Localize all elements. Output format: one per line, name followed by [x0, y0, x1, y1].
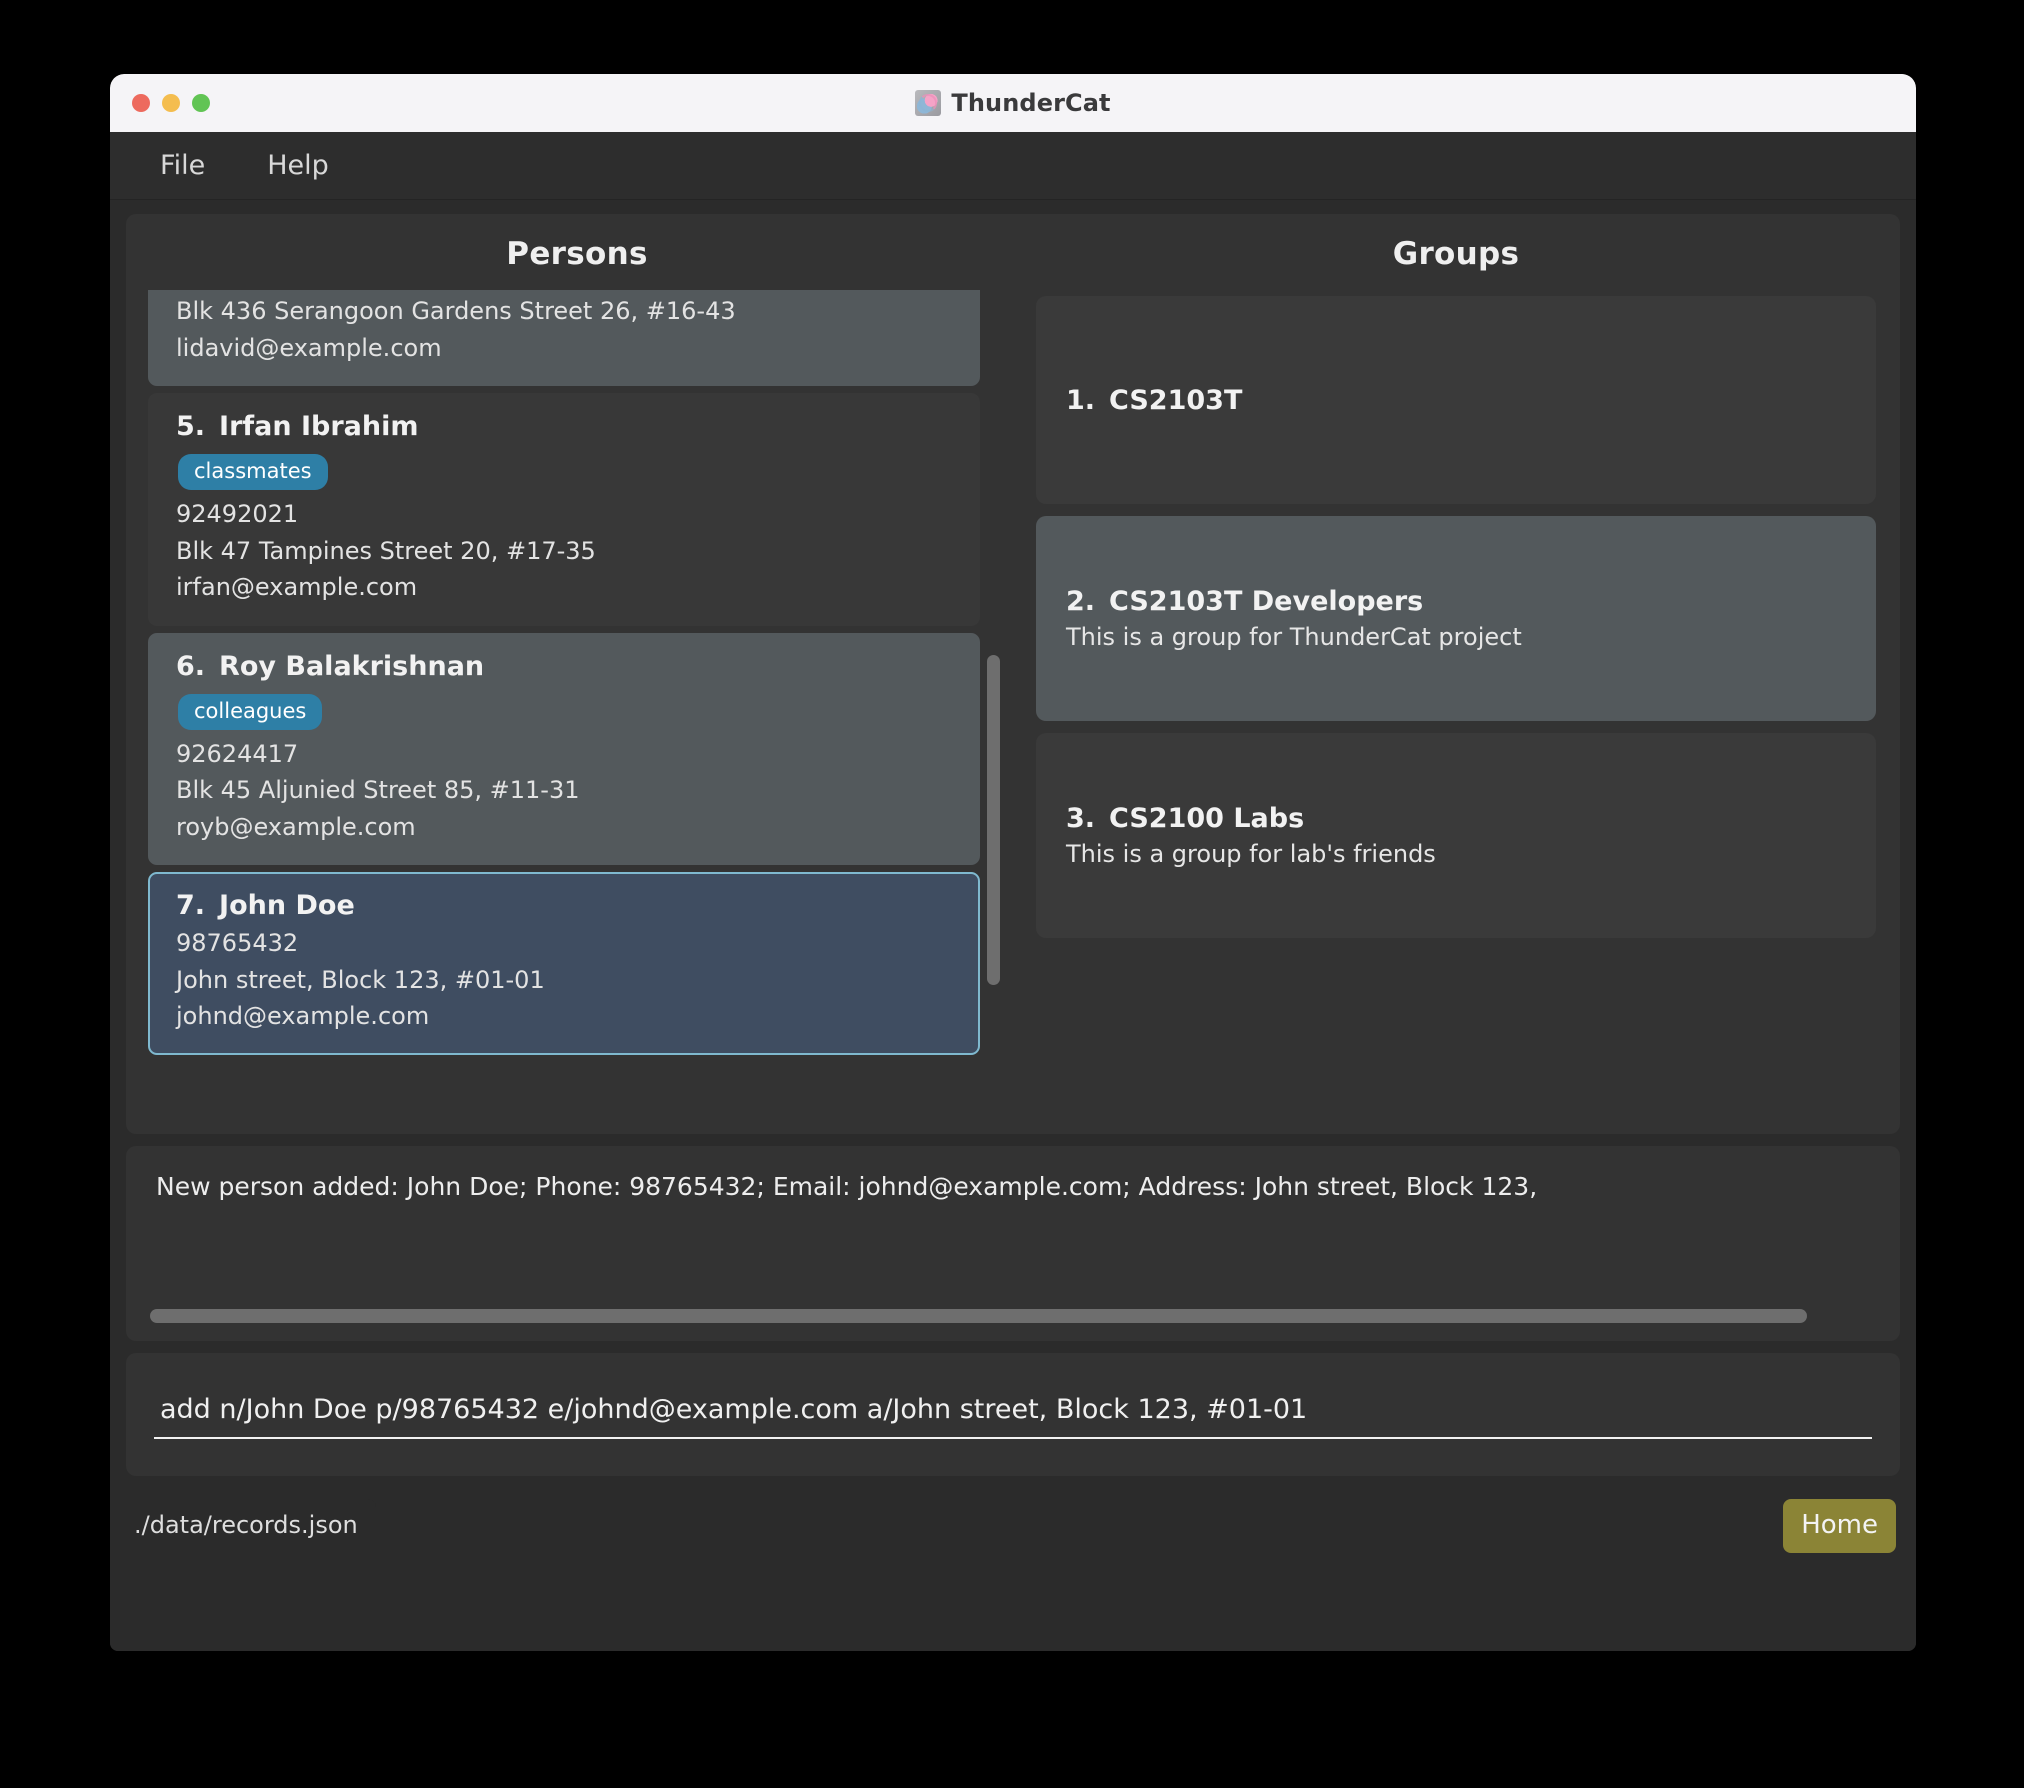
persons-scrollbar-thumb[interactable] — [986, 655, 1000, 985]
groups-list[interactable]: 1. CS2103T 2. CS2103T Developers This is… — [1036, 296, 1876, 938]
person-address: Blk 436 Serangoon Gardens Street 26, #16… — [176, 297, 736, 326]
group-index: 1. — [1066, 384, 1096, 416]
result-horizontal-scrollbar[interactable] — [150, 1309, 1876, 1323]
group-index: 2. — [1066, 586, 1096, 617]
person-card-selected[interactable]: 7. John Doe 98765432 John street, Block … — [148, 872, 980, 1055]
persons-list[interactable]: 4. 91031282 Blk 436 Serangoon Gardens St… — [148, 290, 980, 1118]
group-name: CS2100 Labs — [1109, 803, 1305, 834]
person-phone: 92492021 — [176, 500, 299, 529]
person-tag: colleagues — [178, 693, 323, 730]
groups-panel: Groups 1. CS2103T 2. CS2103T Developers — [1006, 228, 1900, 1118]
window-controls — [132, 94, 210, 112]
groups-panel-title: Groups — [1392, 236, 1520, 272]
person-email: lidavid@example.com — [176, 333, 442, 362]
minimize-button[interactable] — [162, 94, 180, 112]
person-address: Blk 47 Tampines Street 20, #17-35 — [176, 536, 596, 565]
result-message: New person added: John Doe; Phone: 98765… — [156, 1172, 1538, 1201]
person-email: johnd@example.com — [176, 1002, 430, 1031]
person-name-row: 5. Irfan Ibrahim — [176, 411, 952, 442]
person-card[interactable]: 4. 91031282 Blk 436 Serangoon Gardens St… — [148, 290, 980, 387]
group-name-row: 3. CS2100 Labs — [1066, 803, 1846, 834]
group-description: This is a group for lab's friends — [1066, 840, 1436, 868]
group-name-row: 1. CS2103T — [1066, 385, 1846, 416]
person-card[interactable]: 6. Roy Balakrishnan colleagues 92624417 … — [148, 632, 980, 866]
command-box — [126, 1353, 1900, 1476]
person-phone: 92624417 — [176, 739, 299, 768]
person-tag: classmates — [178, 454, 328, 491]
group-description: This is a group for ThunderCat project — [1066, 623, 1522, 651]
person-index: 7. — [176, 890, 206, 922]
person-index: 6. — [176, 650, 206, 682]
person-name-row: 6. Roy Balakrishnan — [176, 651, 952, 682]
menu-item-file[interactable]: File — [138, 144, 227, 187]
home-badge[interactable]: Home — [1783, 1499, 1896, 1553]
result-scrollbar-thumb[interactable] — [150, 1309, 1807, 1323]
person-address: John street, Block 123, #01-01 — [176, 965, 545, 994]
person-card[interactable]: 5. Irfan Ibrahim classmates 92492021 Blk… — [148, 393, 980, 626]
person-name-row: 7. John Doe — [176, 890, 952, 921]
close-button[interactable] — [132, 94, 150, 112]
persons-scrollbar[interactable] — [980, 290, 1006, 1118]
result-display-box: New person added: John Doe; Phone: 98765… — [126, 1146, 1900, 1341]
app-window: ThunderCat File Help Persons 4. — [110, 74, 1916, 1651]
group-name: CS2103T — [1109, 384, 1243, 416]
person-name: John Doe — [219, 890, 355, 922]
persons-list-wrap: 4. 91031282 Blk 436 Serangoon Gardens St… — [148, 290, 1006, 1118]
menu-item-help[interactable]: Help — [245, 144, 351, 187]
group-name-row: 2. CS2103T Developers — [1066, 586, 1846, 617]
thundercat-app-icon — [915, 90, 942, 116]
lists-container: Persons 4. 91031282 Blk 436 Serangoon Ga… — [126, 214, 1900, 1134]
person-phone: 98765432 — [176, 929, 299, 958]
person-name: Irfan Ibrahim — [219, 411, 419, 443]
person-email: irfan@example.com — [176, 573, 418, 602]
group-card[interactable]: 2. CS2103T Developers This is a group fo… — [1036, 516, 1876, 721]
person-name: Roy Balakrishnan — [219, 650, 485, 682]
window-title-text: ThunderCat — [951, 89, 1111, 117]
person-index: 5. — [176, 411, 206, 443]
main-content: Persons 4. 91031282 Blk 436 Serangoon Ga… — [110, 200, 1916, 1651]
maximize-button[interactable] — [192, 94, 210, 112]
statusbar: ./data/records.json Home — [126, 1488, 1900, 1564]
persons-panel-title: Persons — [506, 236, 648, 272]
group-card[interactable]: 3. CS2100 Labs This is a group for lab's… — [1036, 733, 1876, 938]
window-titlebar: ThunderCat — [110, 74, 1916, 132]
menubar: File Help — [110, 132, 1916, 200]
group-index: 3. — [1066, 803, 1096, 834]
window-title: ThunderCat — [915, 89, 1110, 117]
save-location-path: ./data/records.json — [126, 1499, 376, 1553]
persons-panel: Persons 4. 91031282 Blk 436 Serangoon Ga… — [126, 228, 1006, 1118]
group-card[interactable]: 1. CS2103T — [1036, 296, 1876, 504]
person-email: royb@example.com — [176, 812, 416, 841]
group-name: CS2103T Developers — [1109, 586, 1424, 617]
command-input[interactable] — [154, 1390, 1872, 1439]
person-address: Blk 45 Aljunied Street 85, #11-31 — [176, 776, 580, 805]
